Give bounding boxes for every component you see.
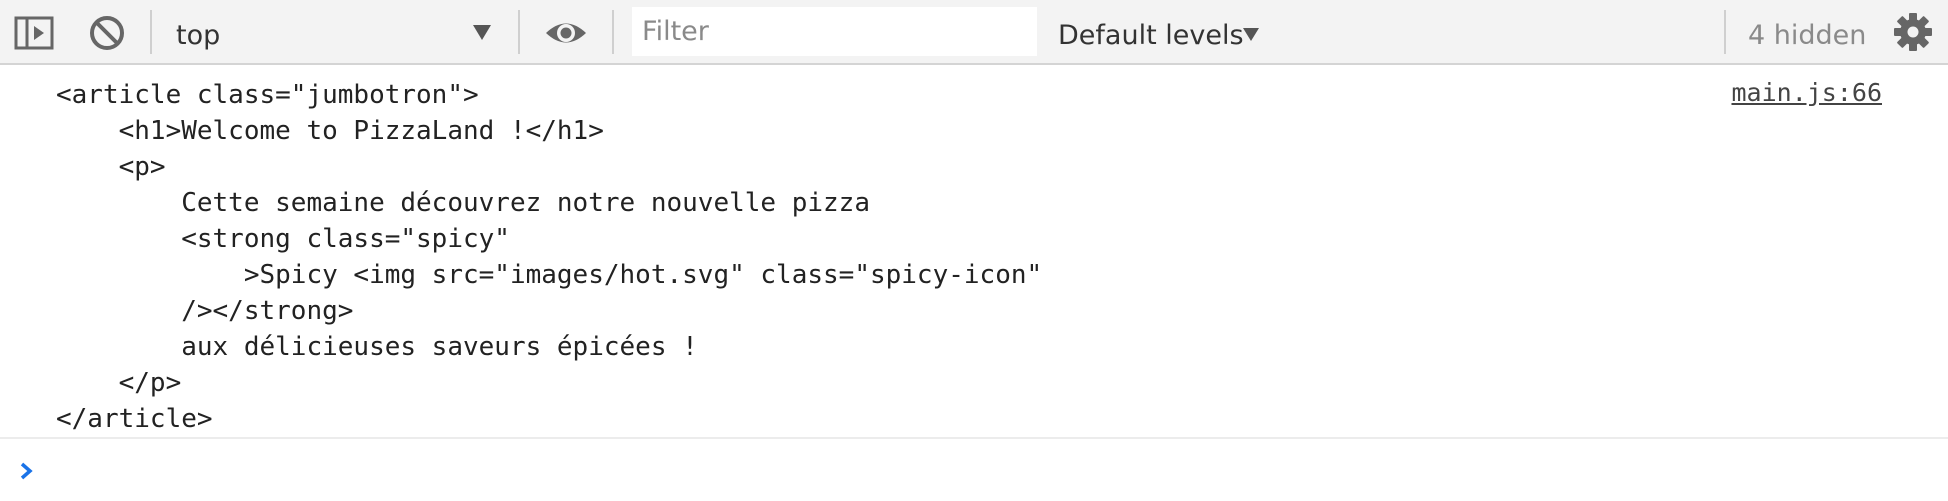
console-log-entry: main.js:66 <article class="jumbotron"> <…	[0, 67, 1948, 439]
gear-icon[interactable]	[1893, 12, 1933, 52]
clear-console-icon[interactable]	[88, 14, 126, 52]
code-line: Cette semaine découvrez notre nouvelle p…	[56, 188, 870, 218]
console-input[interactable]	[50, 449, 1910, 491]
toolbar-divider	[518, 10, 520, 54]
sidebar-toggle-icon[interactable]	[14, 16, 54, 50]
console-messages: main.js:66 <article class="jumbotron"> <…	[0, 67, 1948, 501]
code-line: </p>	[56, 368, 182, 398]
chevron-right-icon	[18, 461, 34, 481]
toolbar-divider	[1724, 10, 1726, 54]
triangle-down-icon	[1242, 26, 1260, 42]
console-prompt	[0, 439, 1948, 501]
filter-input[interactable]	[632, 7, 1037, 56]
toolbar-divider	[150, 10, 152, 54]
code-line: <strong class="spicy"	[56, 224, 510, 254]
context-selector[interactable]: top	[160, 8, 505, 58]
code-line: >Spicy <img src="images/hot.svg" class="…	[56, 260, 1043, 290]
code-line: </article>	[56, 404, 213, 434]
code-line: /></strong>	[56, 296, 354, 326]
toolbar-divider	[612, 10, 614, 54]
console-toolbar: top Default levels 4 hidden	[0, 0, 1948, 65]
source-link[interactable]: main.js:66	[1731, 78, 1882, 107]
code-line: <p>	[56, 152, 166, 182]
code-line: <article class="jumbotron">	[56, 80, 479, 110]
log-levels-label: Default levels	[1058, 20, 1244, 51]
log-levels-dropdown[interactable]: Default levels	[1048, 8, 1288, 58]
hidden-messages-count: 4 hidden	[1748, 20, 1867, 51]
triangle-down-icon	[471, 22, 493, 42]
code-line: <h1>Welcome to PizzaLand !</h1>	[56, 116, 604, 146]
context-label: top	[176, 20, 221, 51]
eye-icon[interactable]	[543, 14, 589, 52]
code-line: aux délicieuses saveurs épicées !	[56, 332, 698, 362]
